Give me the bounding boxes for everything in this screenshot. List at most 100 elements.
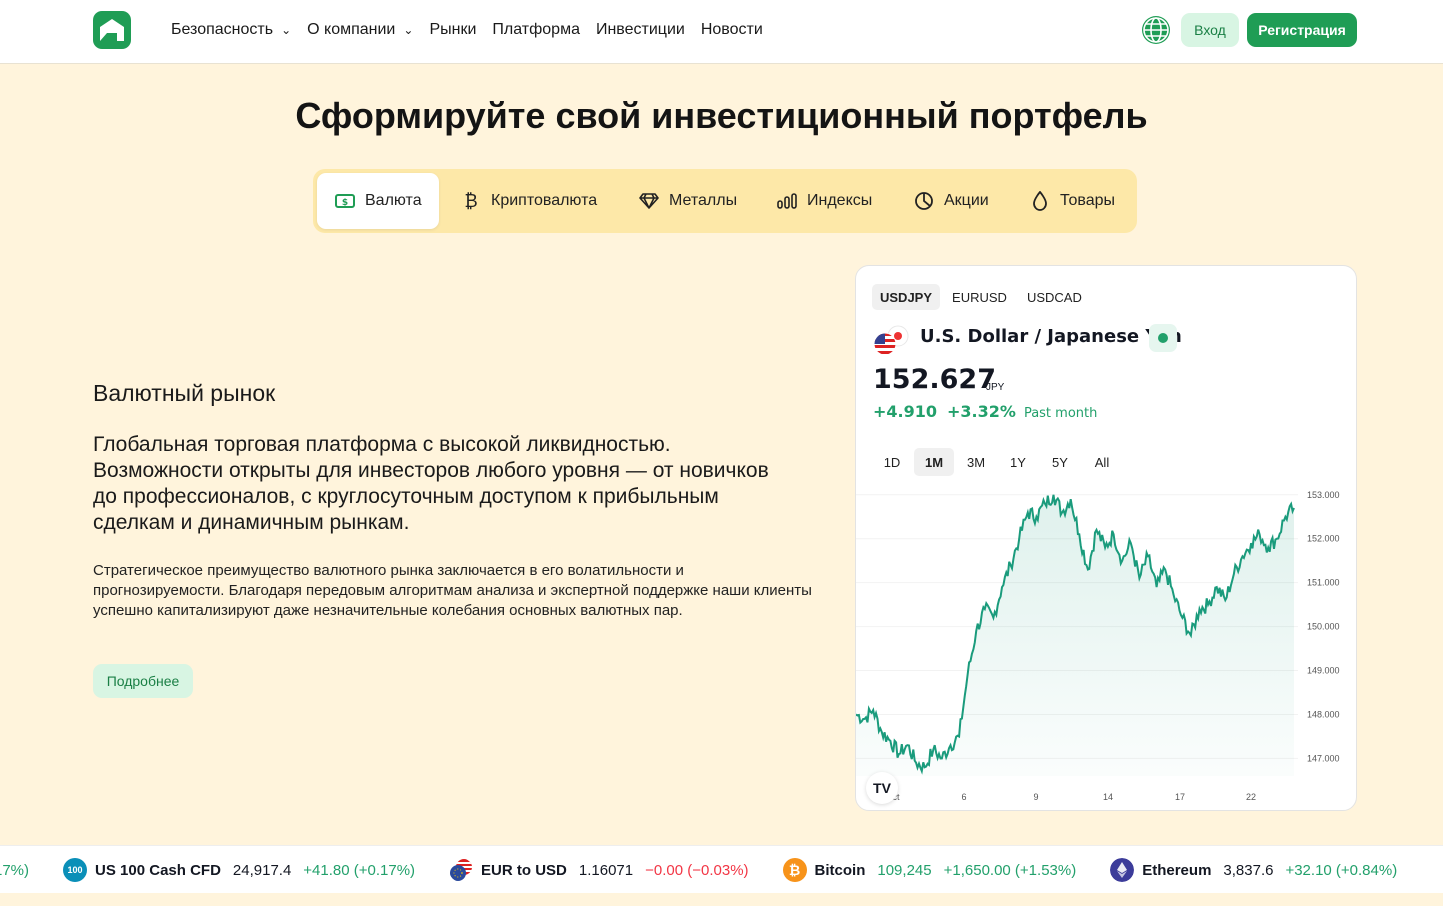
ethereum-icon bbox=[1110, 858, 1135, 882]
symbol-tab-usdjpy[interactable]: USDJPY bbox=[872, 284, 941, 310]
current-price: 152.627 bbox=[873, 364, 996, 395]
logo[interactable] bbox=[93, 11, 131, 49]
register-button[interactable]: Регистрация bbox=[1247, 13, 1357, 47]
nav-item-platform[interactable]: Платформа bbox=[492, 19, 580, 41]
nav-label: Платформа bbox=[492, 21, 580, 38]
ticker-track: 17%) 100 US 100 Cash CFD 24,917.4 +41.80… bbox=[0, 846, 1431, 893]
ticker-name: EUR to USD bbox=[481, 861, 567, 879]
page-title: Сформируйте свой инвестиционный портфель bbox=[295, 95, 1148, 136]
site-header: Безопасность ⌄ О компании ⌄ Рынки Платформ… bbox=[0, 0, 1443, 64]
eu-us-flags-icon bbox=[450, 859, 473, 881]
login-button[interactable]: Вход bbox=[1181, 13, 1239, 47]
ticker-change: +1,650.00 (+1.53%) bbox=[943, 861, 1077, 879]
ticker-bar: 17%) 100 US 100 Cash CFD 24,917.4 +41.80… bbox=[0, 845, 1443, 893]
tab-label: Товары bbox=[1060, 192, 1116, 209]
usd-jpy-flags-icon bbox=[874, 325, 909, 355]
us100-icon: 100 bbox=[63, 858, 88, 882]
y-tick-label: 152.000 bbox=[1307, 534, 1340, 544]
pie-icon bbox=[914, 191, 934, 211]
price-unit: JPY bbox=[986, 382, 1005, 393]
globe-icon[interactable] bbox=[1140, 14, 1172, 46]
ticker-item[interactable]: 17%) bbox=[0, 862, 29, 879]
tab-indices[interactable]: Индексы bbox=[759, 173, 872, 229]
ticker-item[interactable]: ₿ Bitcoin 109,245 +1,650.00 (+1.53%) bbox=[782, 858, 1077, 882]
nav-label: Рынки bbox=[429, 21, 477, 38]
y-tick-label: 151.000 bbox=[1307, 578, 1340, 588]
diamond-icon bbox=[639, 191, 659, 211]
ticker-change: +41.80 (+0.17%) bbox=[303, 861, 416, 879]
main-nav: Безопасность ⌄ О компании ⌄ Рынки Платформ… bbox=[171, 19, 779, 41]
symbol-tab-eurusd[interactable]: EURUSD bbox=[944, 284, 1015, 310]
ticker-price: 24,917.4 bbox=[232, 861, 292, 879]
price-change: +4.910 +3.32% Past month bbox=[873, 402, 1097, 421]
pair-name: U.S. Dollar / Japanese Yen bbox=[920, 326, 1182, 347]
logo-mark-icon bbox=[100, 19, 124, 41]
tab-currency[interactable]: $ Валюта bbox=[317, 173, 439, 229]
section-lead: Глобальная торговая платформа с высокой … bbox=[93, 433, 769, 534]
change-abs: +4.910 bbox=[873, 402, 938, 421]
change-pct: +3.32% bbox=[947, 402, 1016, 421]
price-chart[interactable]: 153.000 152.000 151.000 150.000 149.000 148.0… bbox=[856, 486, 1356, 811]
tab-label: Индексы bbox=[807, 192, 873, 209]
section-body: Стратегическое преимущество валютного ры… bbox=[93, 562, 812, 619]
tab-stocks[interactable]: Акции bbox=[896, 173, 989, 229]
drop-icon bbox=[1030, 191, 1050, 211]
range-all[interactable]: All bbox=[1082, 448, 1122, 476]
ticker-change: +32.10 (+0.84%) bbox=[1285, 861, 1398, 879]
y-tick-label: 150.000 bbox=[1307, 622, 1340, 632]
tab-label: Металлы bbox=[669, 192, 738, 209]
nav-item-news[interactable]: Новости bbox=[701, 19, 763, 41]
bitcoin-icon: ₿ bbox=[464, 190, 478, 211]
ticker-price: 109,245 bbox=[877, 861, 932, 879]
banknote-icon: $ bbox=[335, 191, 355, 211]
nav-item-markets[interactable]: Рынки bbox=[429, 19, 476, 41]
x-tick-label: 6 bbox=[961, 792, 966, 802]
y-tick-label: 153.000 bbox=[1307, 490, 1340, 500]
tab-commodities[interactable]: Товары bbox=[1012, 173, 1115, 229]
ticker-item[interactable]: Ethereum 3,837.6 +32.10 (+0.84%) bbox=[1110, 858, 1397, 882]
ticker-item[interactable]: 100 US 100 Cash CFD 24,917.4 +41.80 (+0.… bbox=[63, 858, 415, 882]
bars-icon bbox=[777, 191, 797, 211]
ticker-name: Bitcoin bbox=[814, 861, 866, 879]
ticker-change: −0.00 (−0.03%) bbox=[645, 861, 749, 879]
nav-label: О компании bbox=[307, 21, 396, 38]
ticker-name: Ethereum bbox=[1142, 861, 1212, 879]
tab-label: Валюта bbox=[365, 192, 422, 209]
tab-label: Акции bbox=[944, 192, 989, 209]
y-tick-label: 148.000 bbox=[1307, 709, 1340, 719]
ticker-change: 17%) bbox=[0, 861, 30, 879]
nav-label: Новости bbox=[700, 21, 763, 38]
x-tick-label: 17 bbox=[1175, 792, 1185, 802]
section-heading: Валютный рынок bbox=[93, 380, 276, 406]
category-tabs: $ Валюта ₿ Криптовалюта Металлы Индексы … bbox=[313, 169, 1137, 233]
symbol-tab-usdcad[interactable]: USDCAD bbox=[1019, 284, 1090, 310]
range-1d[interactable]: 1D bbox=[872, 448, 912, 476]
tab-crypto[interactable]: ₿ Криптовалюта bbox=[443, 173, 597, 229]
ticker-item[interactable]: EUR to USD 1.16071 −0.00 (−0.03%) bbox=[449, 858, 749, 882]
range-1m[interactable]: 1M bbox=[914, 448, 954, 476]
x-tick-label: 22 bbox=[1246, 792, 1256, 802]
ticker-name: US 100 Cash CFD bbox=[95, 861, 221, 879]
x-tick-label: 9 bbox=[1033, 792, 1038, 802]
svg-text:$: $ bbox=[342, 198, 348, 208]
range-5y[interactable]: 5Y bbox=[1040, 448, 1080, 476]
price-widget: USDJPY EURUSD USDCAD U.S. Dollar / Japan… bbox=[855, 265, 1357, 811]
symbol-tabs: USDJPY EURUSD USDCAD bbox=[872, 284, 1090, 310]
tab-label: Криптовалюта bbox=[491, 192, 598, 209]
range-3m[interactable]: 3M bbox=[956, 448, 996, 476]
tradingview-logo[interactable]: TV bbox=[866, 772, 898, 804]
tab-metals[interactable]: Металлы bbox=[621, 173, 737, 229]
range-selector: 1D 1M 3M 1Y 5Y All bbox=[872, 448, 1122, 476]
nav-label: Инвестиции bbox=[595, 21, 685, 38]
chevron-down-icon: ⌄ bbox=[281, 23, 292, 37]
change-period: Past month bbox=[1023, 406, 1098, 421]
y-tick-label: 147.000 bbox=[1307, 753, 1340, 763]
market-open-indicator bbox=[1149, 324, 1177, 352]
range-1y[interactable]: 1Y bbox=[998, 448, 1038, 476]
price-area bbox=[856, 494, 1294, 776]
nav-item-security[interactable]: Безопасность ⌄ bbox=[171, 19, 291, 41]
ticker-price: 3,837.6 bbox=[1223, 861, 1274, 879]
nav-item-investments[interactable]: Инвестиции bbox=[596, 19, 685, 41]
nav-item-about[interactable]: О компании ⌄ bbox=[307, 19, 413, 41]
more-button[interactable]: Подробнее bbox=[93, 664, 193, 698]
